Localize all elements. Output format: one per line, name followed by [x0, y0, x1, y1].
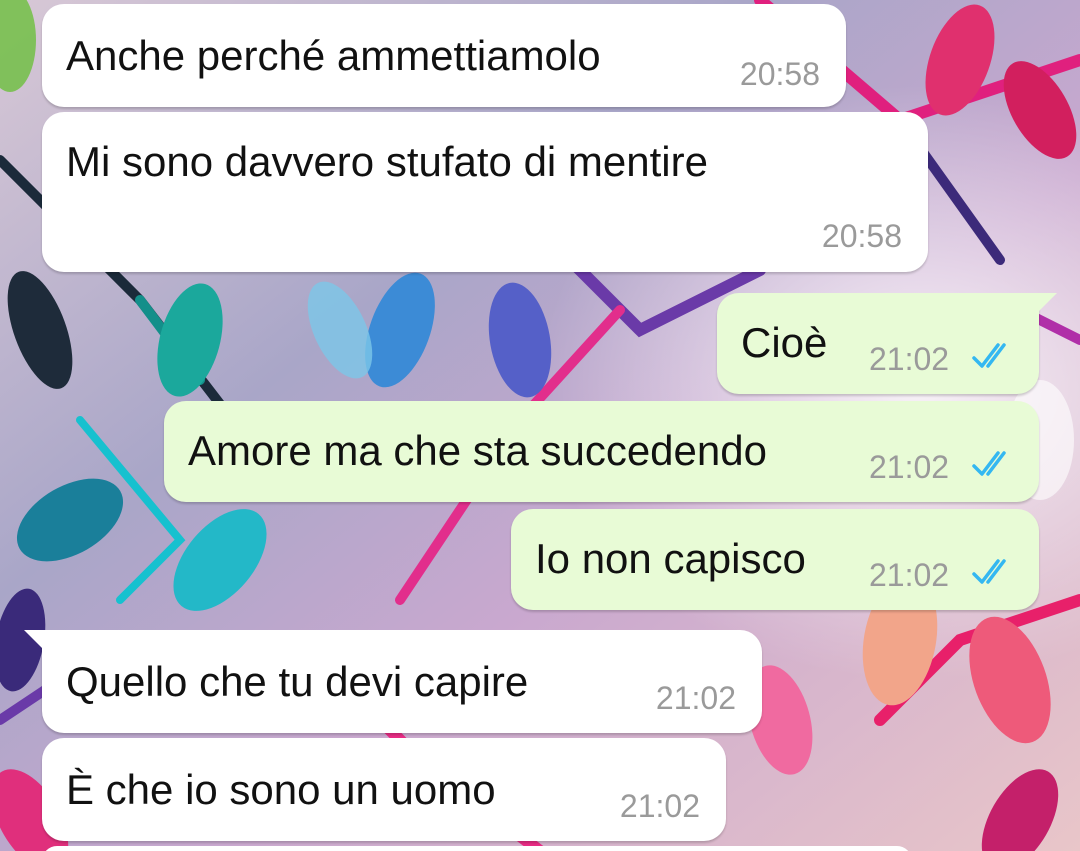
chat-message-list[interactable]: Anche perché ammettiamolo 20:58 Mi sono …	[0, 0, 1080, 851]
bubble-tail	[24, 630, 46, 652]
incoming-message-bubble[interactable]: Mi sono davvero stufato di mentire 20:58	[42, 112, 928, 272]
outgoing-message-bubble[interactable]: Amore ma che sta succedendo 21:02	[164, 401, 1039, 502]
incoming-message-bubble[interactable]: Anche perché ammettiamolo 20:58	[42, 4, 846, 107]
message-text: Amore ma che sta succedendo	[188, 427, 767, 474]
message-timestamp: 21:02	[869, 449, 950, 485]
message-text: Io non capisco	[535, 535, 806, 582]
message-text: Mi sono davvero stufato di mentire	[66, 138, 708, 185]
double-check-read-icon	[972, 559, 1006, 584]
message-timestamp: 21:02	[869, 557, 950, 593]
message-timestamp: 21:02	[619, 788, 700, 824]
double-check-read-icon	[972, 343, 1006, 368]
message-timestamp: 21:02	[655, 680, 736, 716]
incoming-message-bubble-partial[interactable]	[42, 846, 912, 851]
message-timestamp: 20:58	[739, 56, 820, 92]
message-text: Cioè	[741, 319, 828, 366]
message-timestamp: 20:58	[821, 218, 902, 254]
double-check-read-icon	[972, 451, 1006, 476]
incoming-message-bubble[interactable]: Quello che tu devi capire 21:02	[24, 630, 762, 733]
outgoing-message-bubble[interactable]: Cioè 21:02	[717, 293, 1057, 394]
message-timestamp: 21:02	[869, 341, 950, 377]
message-text: È che io sono un uomo	[66, 766, 496, 813]
outgoing-message-bubble[interactable]: Io non capisco 21:02	[511, 509, 1039, 610]
bubble-tail	[1035, 293, 1057, 315]
message-text: Anche perché ammettiamolo	[66, 32, 601, 79]
incoming-message-bubble[interactable]: È che io sono un uomo 21:02	[42, 738, 726, 841]
message-text: Quello che tu devi capire	[66, 658, 529, 705]
